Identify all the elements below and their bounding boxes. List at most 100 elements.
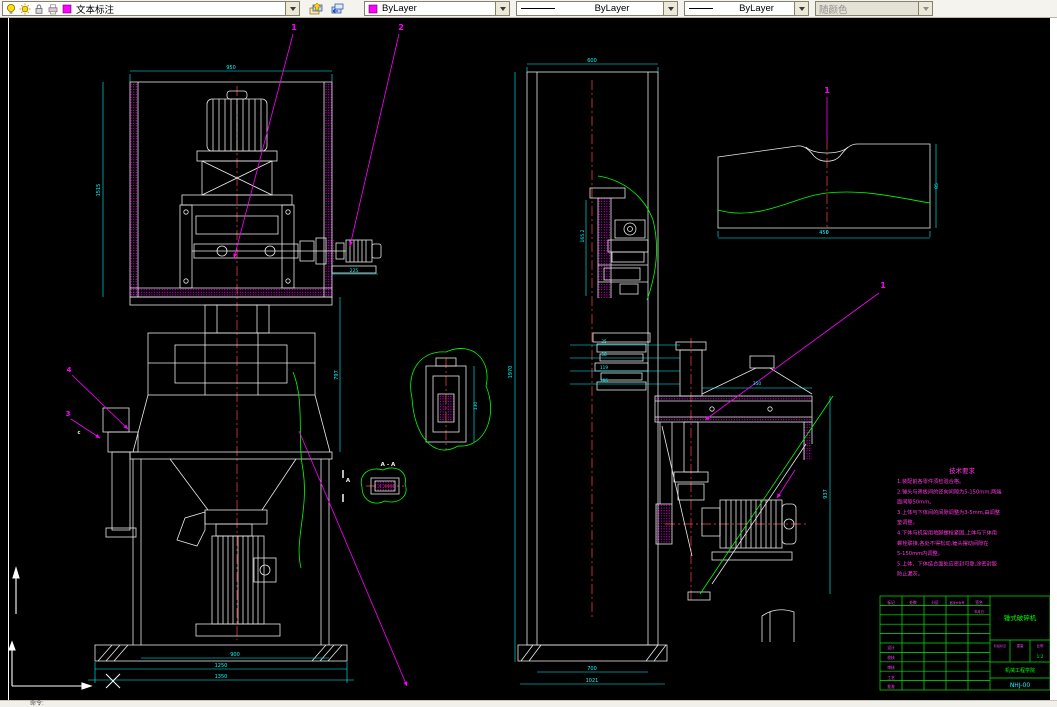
drawing-area[interactable]: 950 1515 797 900 1250 1350 225 600 1970 700 1021 16… bbox=[0, 18, 1050, 700]
dimension-text: 119 bbox=[600, 365, 608, 370]
title-block-text: 处数 bbox=[909, 600, 917, 605]
dimension-text: 797 bbox=[334, 370, 340, 380]
lineweight-sample-icon bbox=[689, 8, 713, 9]
layer-color-swatch bbox=[61, 3, 73, 15]
color-swatch bbox=[367, 3, 379, 15]
layer-control-combo[interactable]: 文本标注 bbox=[2, 1, 300, 16]
lineweight-control-value: ByLayer bbox=[739, 3, 774, 14]
dimension-text: 1970 bbox=[508, 366, 514, 379]
title-block-text: 工艺 bbox=[887, 675, 895, 680]
make-object-layer-current-button[interactable] bbox=[307, 1, 326, 17]
leader-lines bbox=[70, 33, 880, 687]
dimension-text: 85 bbox=[934, 183, 940, 189]
plotstyle-control-value: 随颜色 bbox=[819, 4, 848, 16]
chevron-down-icon bbox=[499, 6, 506, 11]
dimension-text: 450 bbox=[819, 230, 829, 236]
layer-previous-button[interactable] bbox=[328, 1, 347, 17]
dimension-text: 186 bbox=[600, 378, 608, 383]
detail-view bbox=[717, 143, 931, 229]
sun-icon[interactable] bbox=[19, 3, 31, 15]
hatch-bands bbox=[130, 83, 812, 544]
tech-requirement-line: 5.上体、下体结合面处应密封可靠,涂密封胶 bbox=[897, 559, 997, 567]
linetype-control-combo[interactable]: ByLayer bbox=[516, 1, 678, 16]
dimension-text: 900 bbox=[230, 652, 240, 658]
title-block-text: 1:2 bbox=[1037, 654, 1044, 659]
dimension-text: 350 bbox=[753, 381, 762, 387]
lineweight-control-combo[interactable]: ByLayer bbox=[684, 1, 809, 16]
section-detail bbox=[370, 357, 467, 495]
printer-icon[interactable] bbox=[47, 3, 59, 15]
lineweight-combo-dropdown-button[interactable] bbox=[794, 2, 808, 15]
dimension-text: 1515 bbox=[96, 184, 102, 197]
chevron-down-icon bbox=[667, 6, 674, 11]
drawing-canvas[interactable]: 9501515797900125013502256001970700102116… bbox=[0, 18, 1050, 700]
title-block-text: 比例 bbox=[1037, 643, 1044, 648]
title-block-text: 机械工程学院 bbox=[1005, 667, 1035, 674]
command-line-strip[interactable]: 命令: bbox=[0, 700, 1057, 707]
title-block-text: 锤式破碎机 bbox=[1004, 613, 1037, 622]
top-toolbar: 文本标注 ByLayer ByLayer ByLayer 随颜色 bbox=[0, 0, 1057, 18]
tech-requirement-line: 1.装配前各零件须检验合格。 bbox=[897, 477, 964, 485]
chevron-down-icon bbox=[289, 6, 296, 11]
title-block bbox=[879, 595, 1050, 691]
linetype-sample-icon bbox=[521, 8, 555, 9]
callout-label: 3 bbox=[66, 410, 71, 418]
title-block-text: NHJ-00 bbox=[1010, 682, 1031, 689]
dimension-text: 937 bbox=[823, 489, 829, 499]
tech-requirement-line: 3.上体与下体间的间隙调整为3-5mm,由调整 bbox=[897, 508, 1000, 516]
linetype-combo-dropdown-button[interactable] bbox=[663, 2, 677, 15]
dimension-text: 165.2 bbox=[580, 229, 586, 242]
title-block-text: 校核 bbox=[887, 655, 895, 660]
tech-requirement-line: 螺栓联接,各处不得松动,锤头摆动间隙在 bbox=[897, 539, 989, 547]
plotstyle-control-combo: 随颜色 bbox=[815, 1, 933, 16]
color-control-value: ByLayer bbox=[382, 3, 417, 14]
callout-label: A bbox=[346, 478, 351, 484]
callout-label: 1 bbox=[880, 281, 886, 290]
dimension-text: 1021 bbox=[586, 678, 599, 684]
lock-icon[interactable] bbox=[33, 3, 45, 15]
ucs-icon bbox=[8, 566, 93, 690]
title-block-text: 设计 bbox=[887, 645, 895, 650]
linetype-control-value: ByLayer bbox=[594, 3, 630, 14]
current-layer-name: 文本标注 bbox=[76, 4, 115, 16]
title-block-texts: 标记 处数 分区 更改文件号 签名年月日设计校核审核工艺批准 锤式破碎机阶段标记 重量 比例 1… bbox=[887, 600, 1044, 689]
technical-requirements: 技术要求 1.装配前各零件须检验合格。 2.锤头与筛板间的径向间隙为5-150mm,… bbox=[897, 466, 1001, 578]
plotstyle-combo-dropdown-button bbox=[918, 2, 932, 15]
tech-requirement-line: 4.下体与机架用地脚螺栓紧固,上体与下体用 bbox=[897, 529, 997, 537]
title-block-text: 标记 bbox=[887, 600, 895, 605]
callout-labels: 1 2 1 1 4 3 A - A Ac bbox=[66, 23, 887, 484]
title-block-text: 分区 bbox=[931, 600, 939, 605]
dimension-text: 950 bbox=[226, 65, 236, 71]
callout-label: 1 bbox=[824, 86, 830, 95]
callout-label: A - A bbox=[381, 462, 396, 468]
callout-label: 4 bbox=[67, 366, 72, 374]
dimension-text: 225 bbox=[350, 268, 359, 274]
callout-label: 1 bbox=[291, 23, 297, 32]
layer-previous-icon bbox=[331, 3, 344, 13]
dimension-text: 700 bbox=[587, 666, 597, 672]
title-block-text: 批准 bbox=[887, 684, 895, 689]
title-block-text: 重量 bbox=[1017, 643, 1024, 648]
tech-requirement-line: 2.锤头与筛板间的径向间隙为5-150mm,两端 bbox=[897, 487, 1001, 495]
layer-combo-dropdown-button[interactable] bbox=[285, 2, 299, 15]
tech-requirement-line: 5-150mm内调整。 bbox=[897, 549, 943, 557]
side-view bbox=[517, 71, 668, 662]
revision-clouds bbox=[292, 175, 931, 595]
color-combo-dropdown-button[interactable] bbox=[495, 2, 509, 15]
dimension-text: 1250 bbox=[215, 663, 228, 669]
command-prompt-text: 命令: bbox=[30, 701, 44, 707]
dimension-text: 1350 bbox=[215, 674, 228, 680]
callout-label: 2 bbox=[398, 23, 404, 32]
chevron-down-icon bbox=[922, 6, 929, 11]
title-block-text: 审核 bbox=[887, 665, 895, 670]
crosshair-cursor[interactable] bbox=[105, 673, 121, 689]
bulb-icon[interactable] bbox=[5, 3, 17, 15]
right-view bbox=[654, 341, 813, 642]
color-control-combo[interactable]: ByLayer bbox=[364, 1, 510, 16]
tech-requirement-line: 面间隙50mm。 bbox=[897, 498, 934, 506]
tech-requirement-line: 垫调整。 bbox=[897, 518, 918, 526]
dimension-text: 25 bbox=[601, 339, 607, 344]
title-block-text: 更改文件号 bbox=[949, 600, 964, 605]
tech-requirement-line: 技术要求 bbox=[949, 466, 976, 475]
layers-icon bbox=[309, 2, 323, 14]
